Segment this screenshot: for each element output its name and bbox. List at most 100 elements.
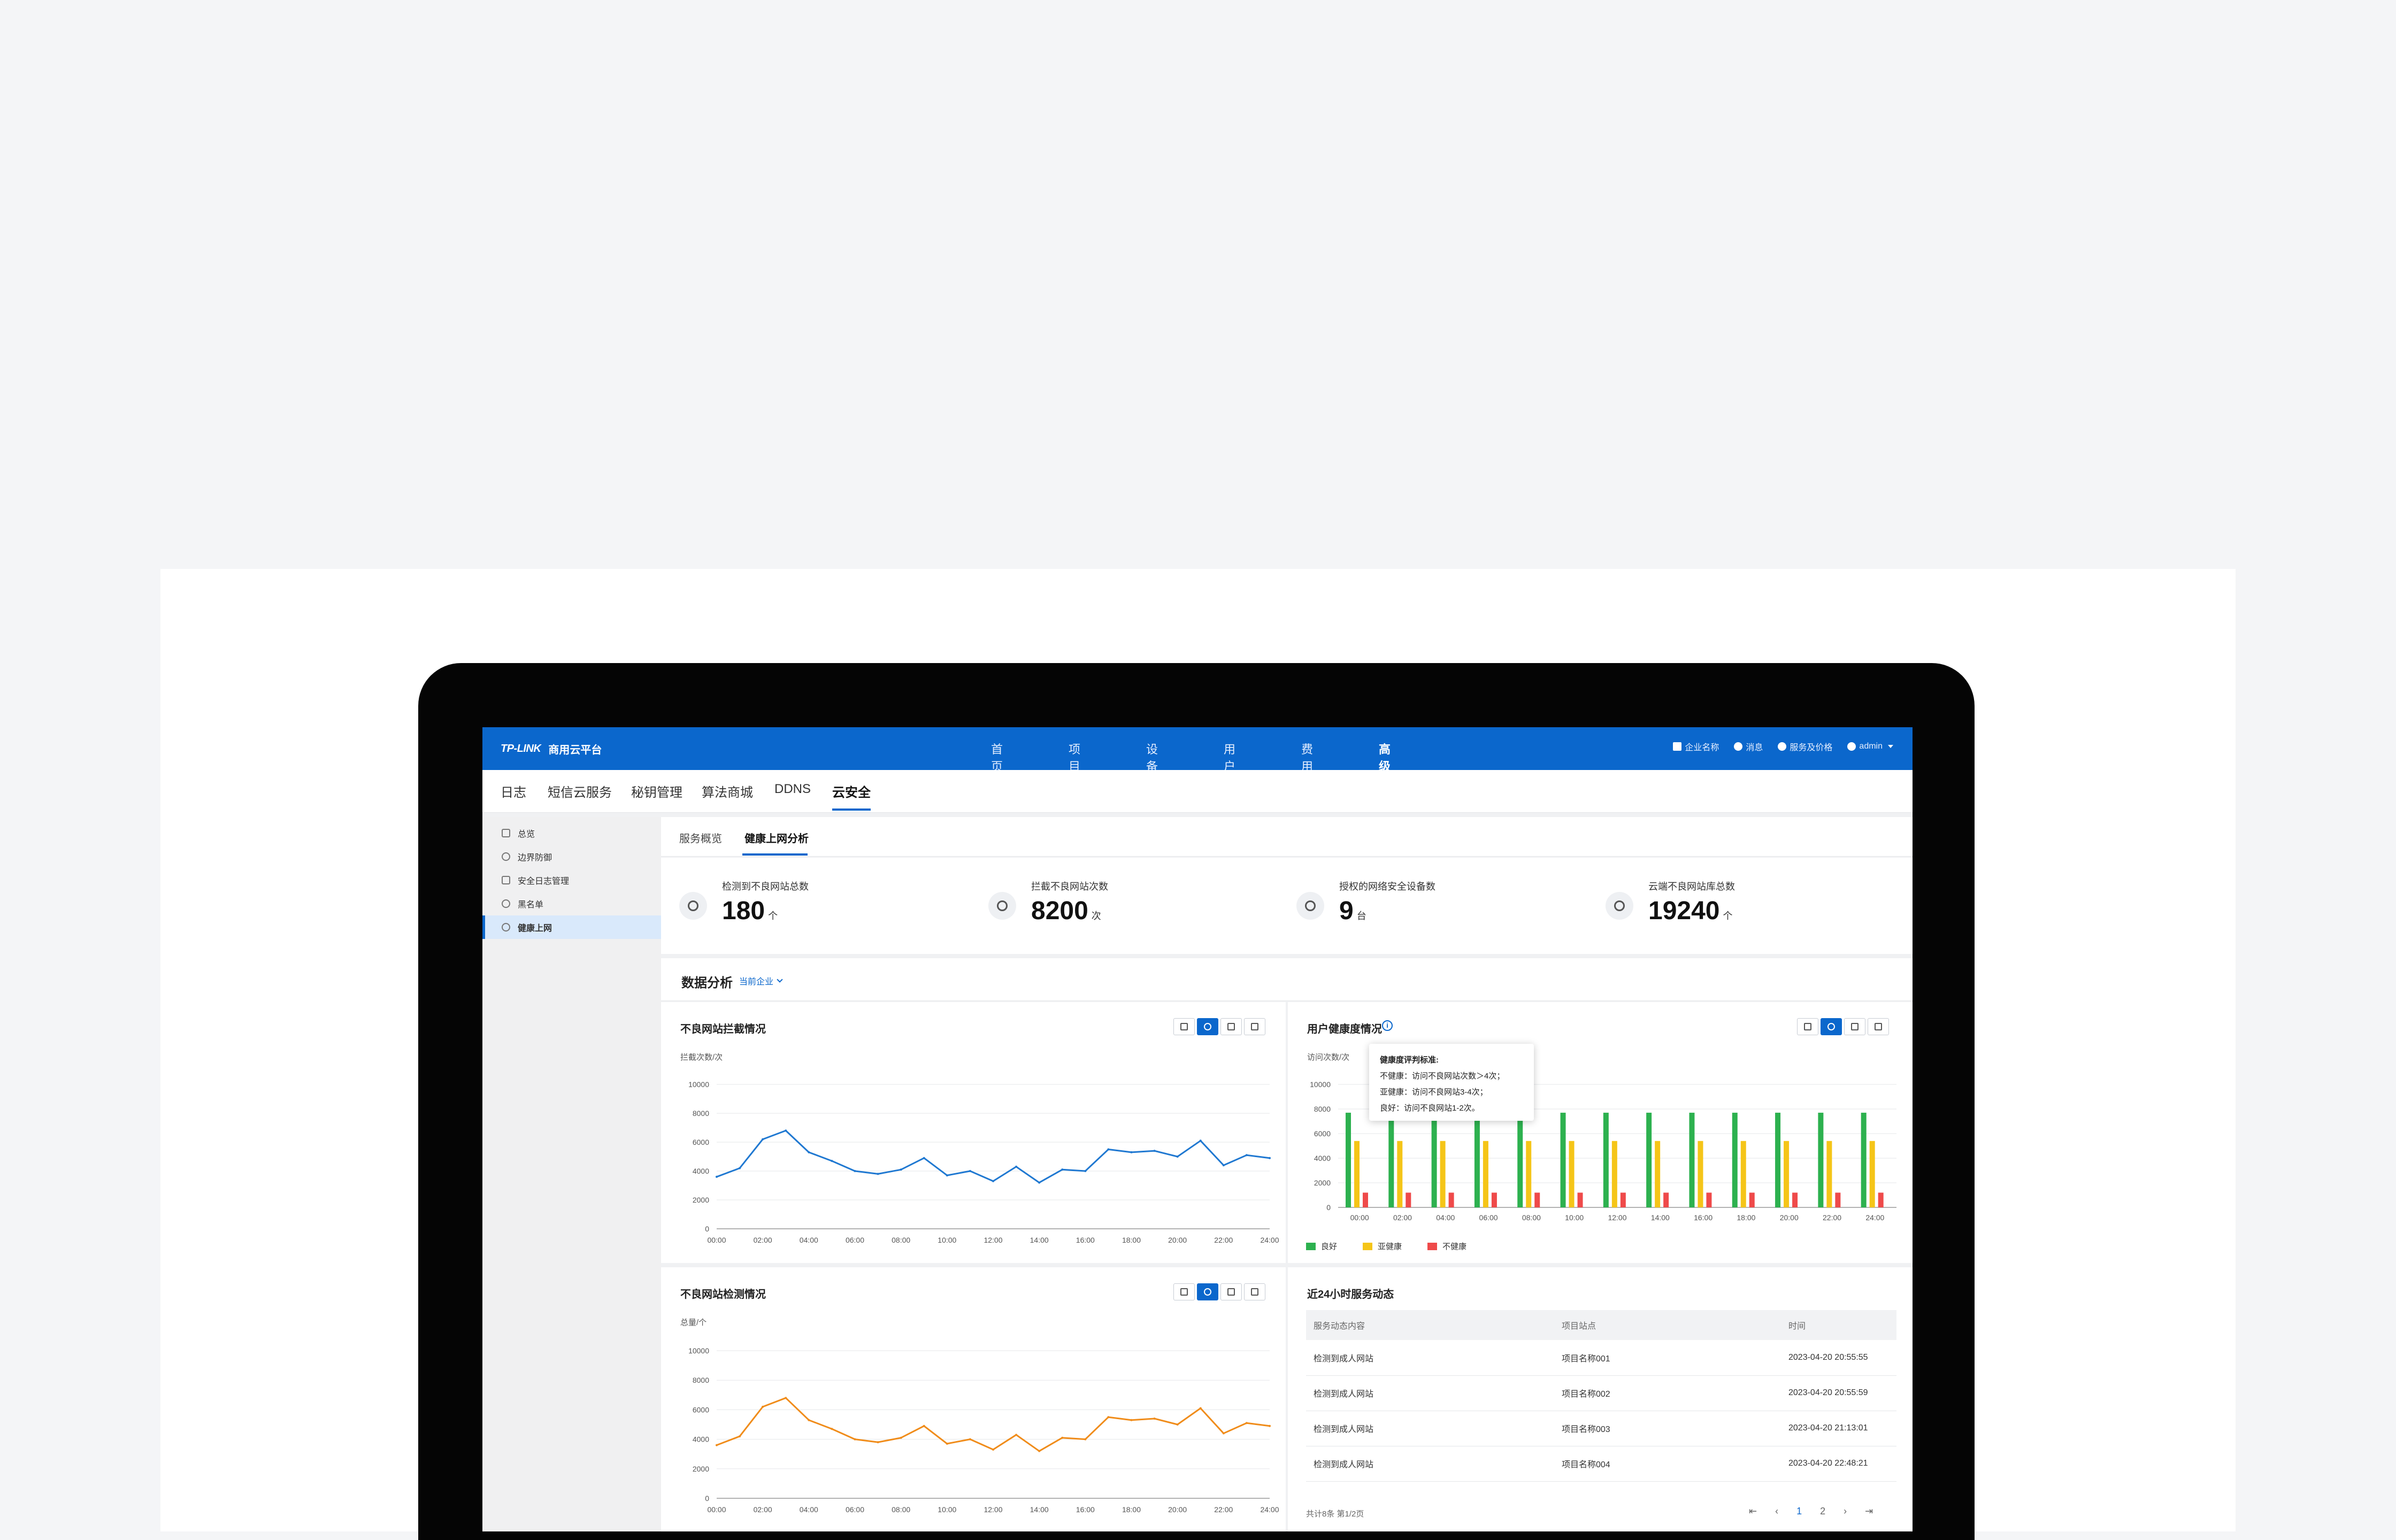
subnav-keys[interactable]: 秘钥管理 <box>631 782 682 800</box>
page-number[interactable]: 2 <box>1820 1506 1825 1517</box>
document-icon <box>502 876 510 884</box>
legend-swatch <box>1306 1242 1316 1250</box>
sidebar: 总览 边界防御 安全日志管理 黑名单 健康上网 <box>482 817 661 1531</box>
y-tick-label: 10000 <box>688 1346 709 1355</box>
sidebar-item-overview[interactable]: 总览 <box>482 821 661 845</box>
x-tick-label: 22:00 <box>1823 1213 1841 1222</box>
bar <box>1603 1112 1609 1207</box>
logo[interactable]: TP-LINK 商用云平台 <box>501 739 602 758</box>
y-tick-label: 2000 <box>693 1465 709 1473</box>
data-point <box>1130 1419 1133 1421</box>
data-point <box>1199 1407 1202 1410</box>
bar <box>1784 1141 1790 1207</box>
brand-logo: TP-LINK <box>501 742 541 754</box>
data-point <box>1176 1423 1179 1426</box>
cell-time: 2023-04-20 21:13:01 <box>1781 1411 1896 1446</box>
data-point <box>992 1180 994 1182</box>
tab-health-analysis[interactable]: 健康上网分析 <box>744 830 809 845</box>
x-tick-label: 18:00 <box>1122 1505 1141 1514</box>
x-tick-label: 22:00 <box>1214 1236 1233 1244</box>
subnav-ddns[interactable]: DDNS <box>774 782 811 797</box>
bar <box>1431 1112 1437 1207</box>
tab-service-overview[interactable]: 服务概览 <box>679 830 722 845</box>
table-row[interactable]: 检测到成人网站 项目名称003 2023-04-20 21:13:01 <box>1306 1411 1896 1446</box>
app-screen: TP-LINK 商用云平台 首页 项目 设备 用户 费用 高级 企业名称 消息 … <box>482 727 1913 1531</box>
messages-button[interactable]: 消息 <box>1734 740 1763 753</box>
y-tick-label: 0 <box>1326 1203 1331 1212</box>
data-point <box>854 1438 856 1441</box>
cell-time: 2023-04-20 22:48:21 <box>1781 1446 1896 1482</box>
table-row[interactable]: 检测到成人网站 项目名称001 2023-04-20 20:55:55 <box>1306 1340 1896 1376</box>
company-menu[interactable]: 企业名称 <box>1673 740 1719 753</box>
y-tick-label: 6000 <box>693 1138 709 1146</box>
top-nav-home[interactable]: 首页 <box>991 740 1003 774</box>
x-tick-label: 00:00 <box>707 1236 726 1244</box>
data-point <box>739 1435 741 1438</box>
x-tick-label: 16:00 <box>1694 1213 1712 1222</box>
pricing-button[interactable]: 服务及价格 <box>1778 740 1832 753</box>
legend-label: 良好 <box>1321 1242 1338 1251</box>
subnav-sms[interactable]: 短信云服务 <box>548 782 612 800</box>
legend-item[interactable]: 亚健康 <box>1363 1241 1402 1252</box>
table-row[interactable]: 检测到成人网站 项目名称004 2023-04-20 22:48:21 <box>1306 1446 1896 1482</box>
data-point <box>877 1441 879 1444</box>
stat-label: 检测到不良网站总数 <box>722 881 809 892</box>
legend-label: 亚健康 <box>1378 1242 1402 1251</box>
x-tick-label: 22:00 <box>1214 1505 1233 1514</box>
data-point <box>1061 1436 1064 1439</box>
stat-label: 拦截不良网站次数 <box>1031 881 1108 892</box>
bar <box>1560 1112 1566 1207</box>
subnav-algorithm-store[interactable]: 算法商城 <box>702 782 753 800</box>
table-row[interactable]: 检测到成人网站 项目名称002 2023-04-20 20:55:59 <box>1306 1375 1896 1411</box>
bar <box>1397 1141 1403 1207</box>
enterprise-filter-dropdown[interactable]: 当前企业 <box>739 974 783 987</box>
bar <box>1826 1141 1832 1207</box>
y-tick-label: 0 <box>705 1494 709 1503</box>
top-nav-device[interactable]: 设备 <box>1146 740 1158 774</box>
subnav-cloud-security[interactable]: 云安全 <box>832 782 871 800</box>
legend-item[interactable]: 良好 <box>1306 1241 1337 1252</box>
legend-item[interactable]: 不健康 <box>1427 1241 1466 1252</box>
block-line-chart: 0 2000 4000 6000 8000 10000 00:00 02:00 04:00 06:… <box>688 1080 1279 1244</box>
tooltip-title: 健康度评判标准: <box>1380 1056 1439 1065</box>
detect-line-chart: 0 2000 4000 6000 8000 10000 00:00 02:00 04:00 06:… <box>688 1346 1279 1514</box>
data-point <box>923 1424 925 1427</box>
sidebar-item-security-log[interactable]: 安全日志管理 <box>482 868 661 892</box>
data-point <box>1153 1417 1156 1420</box>
x-tick-label: 04:00 <box>1436 1213 1455 1222</box>
x-tick-label: 06:00 <box>1479 1213 1498 1222</box>
tooltip-line: 亚健康：访问不良网站3-4次； <box>1380 1088 1488 1097</box>
diamond-icon <box>1778 742 1787 751</box>
cell-time: 2023-04-20 20:55:55 <box>1781 1340 1896 1376</box>
sidebar-item-healthy-browsing[interactable]: 健康上网 <box>482 915 661 939</box>
bar <box>1740 1141 1746 1207</box>
x-tick-label: 06:00 <box>846 1236 864 1244</box>
analysis-title: 数据分析 <box>681 976 733 990</box>
sidebar-item-blacklist[interactable]: 黑名单 <box>482 892 661 915</box>
page-number[interactable]: 1 <box>1796 1506 1802 1517</box>
last-page-icon[interactable]: ⇥ <box>1865 1506 1873 1517</box>
y-tick-label: 6000 <box>1314 1129 1331 1138</box>
stats-row: 检测到不良网站总数 180 个 拦截不良网站次数 8200 次 授权的网络安全设备数… <box>661 858 1913 954</box>
data-point <box>1084 1438 1087 1441</box>
data-point <box>1199 1139 1202 1142</box>
user-menu[interactable]: admin <box>1847 742 1893 751</box>
data-point <box>1015 1434 1018 1436</box>
first-page-icon[interactable]: ⇤ <box>1749 1506 1757 1517</box>
bar <box>1732 1112 1738 1207</box>
top-nav-advanced[interactable]: 高级 <box>1379 740 1391 774</box>
data-point <box>808 1419 810 1421</box>
next-page-icon[interactable]: › <box>1844 1506 1847 1517</box>
cloud-icon <box>1606 892 1633 920</box>
bar <box>1861 1112 1867 1207</box>
sidebar-item-border-defense[interactable]: 边界防御 <box>482 845 661 868</box>
data-point <box>900 1436 902 1439</box>
subnav-log[interactable]: 日志 <box>501 782 526 800</box>
top-nav-fee[interactable]: 费用 <box>1301 740 1313 774</box>
x-tick-label: 24:00 <box>1865 1213 1884 1222</box>
table-header-row: 服务动态内容 项目站点 时间 <box>1306 1310 1896 1340</box>
top-nav-user[interactable]: 用户 <box>1224 740 1235 774</box>
device-icon <box>1296 892 1324 920</box>
prev-page-icon[interactable]: ‹ <box>1775 1506 1778 1517</box>
top-nav-project[interactable]: 项目 <box>1069 740 1080 774</box>
